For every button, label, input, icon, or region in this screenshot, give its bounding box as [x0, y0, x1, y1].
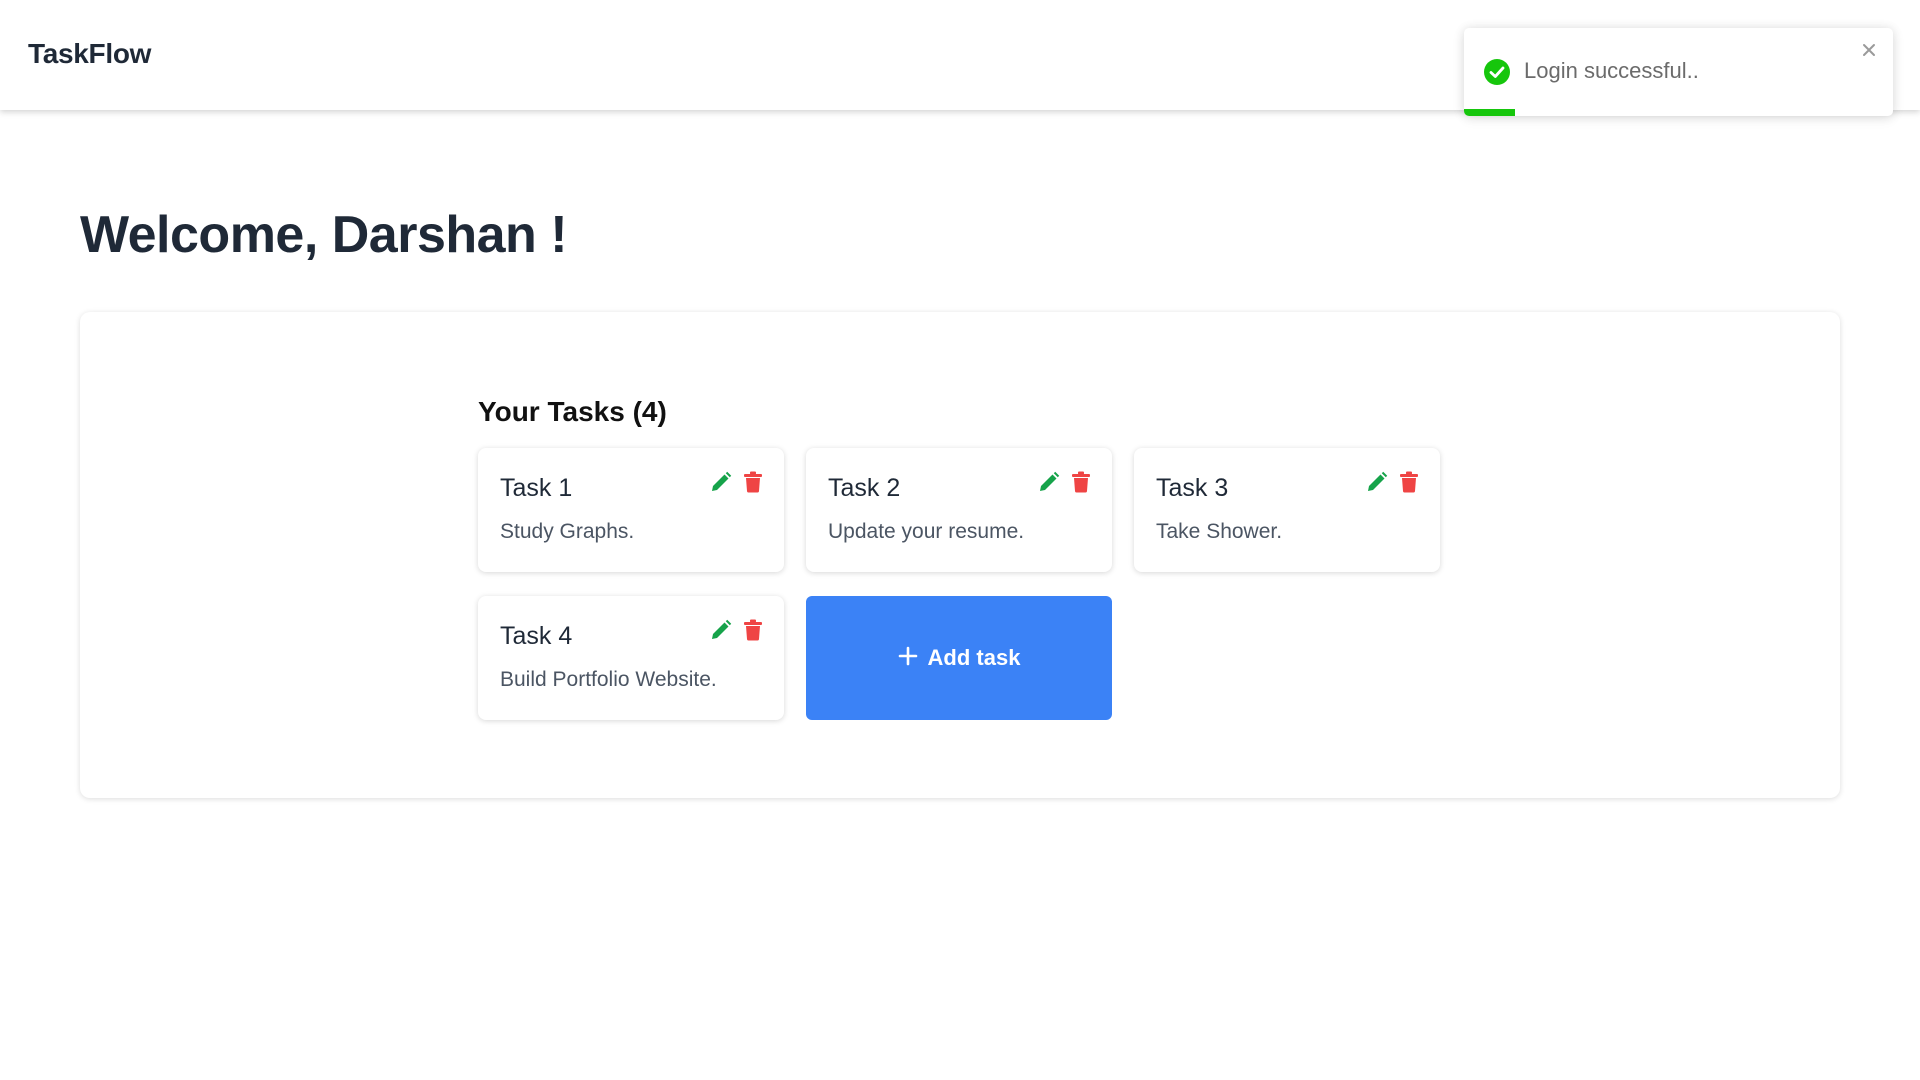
edit-pencil-icon[interactable]	[710, 470, 732, 494]
task-description: Update your resume.	[828, 520, 1025, 543]
plus-icon	[898, 646, 918, 671]
tasks-heading: Your Tasks (4)	[478, 396, 667, 427]
toast-progress-bar	[1464, 109, 1516, 116]
close-icon[interactable]	[1857, 38, 1881, 62]
brand-logo[interactable]: TaskFlow	[28, 38, 151, 70]
toast-notification: Login successful..	[1464, 28, 1893, 116]
toast-message: Login successful..	[1524, 58, 1699, 83]
task-title: Task 3	[1156, 474, 1229, 502]
task-grid: Task 1 Study Graphs. Task 2 Update your …	[478, 448, 1440, 720]
task-description: Study Graphs.	[500, 520, 635, 543]
task-actions	[1366, 470, 1420, 494]
task-actions	[1038, 470, 1092, 494]
delete-trash-icon[interactable]	[1398, 470, 1420, 494]
welcome-heading: Welcome, Darshan !	[80, 206, 568, 264]
task-card: Task 3 Take Shower.	[1134, 448, 1440, 572]
delete-trash-icon[interactable]	[742, 618, 764, 642]
add-task-button[interactable]: Add task	[806, 596, 1112, 720]
task-description: Take Shower.	[1156, 520, 1283, 543]
edit-pencil-icon[interactable]	[1366, 470, 1388, 494]
task-card: Task 4 Build Portfolio Website.	[478, 596, 784, 720]
task-actions	[710, 470, 764, 494]
task-description: Build Portfolio Website.	[500, 668, 717, 691]
task-card: Task 2 Update your resume.	[806, 448, 1112, 572]
edit-pencil-icon[interactable]	[710, 618, 732, 642]
task-actions	[710, 618, 764, 642]
task-title: Task 4	[500, 622, 573, 650]
edit-pencil-icon[interactable]	[1038, 470, 1060, 494]
task-title: Task 2	[828, 474, 901, 502]
task-card: Task 1 Study Graphs.	[478, 448, 784, 572]
delete-trash-icon[interactable]	[742, 470, 764, 494]
check-circle-icon	[1483, 58, 1511, 86]
task-title: Task 1	[500, 474, 573, 502]
add-task-label: Add task	[927, 645, 1021, 670]
delete-trash-icon[interactable]	[1070, 470, 1092, 494]
